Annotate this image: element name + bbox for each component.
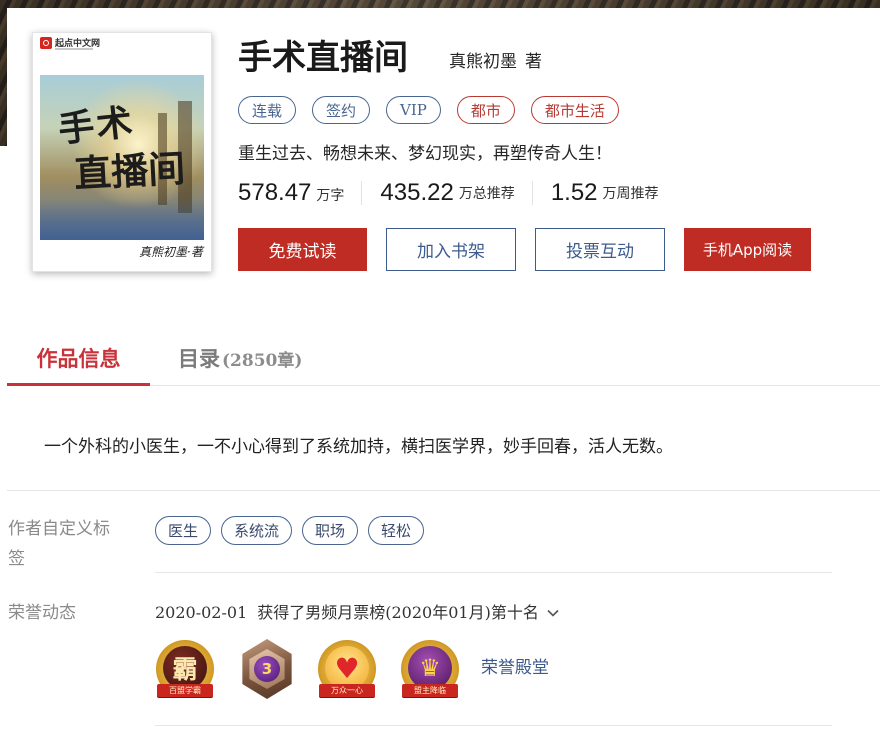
level-badge-icon[interactable]: 3 [236,638,298,700]
total-recommend-value: 435.22 [380,179,454,206]
book-cover: 起点中文网 手术 直播间 真熊初墨·著 [32,32,212,272]
custom-tag-item[interactable]: 系统流 [221,516,293,545]
badge-ribbon: 盟主降临 [402,684,458,697]
mobile-app-read-button[interactable]: 手机App阅读 [684,228,811,271]
badge-ribbon: 万众一心 [319,684,375,697]
badge-level-number: 3 [254,656,280,682]
add-to-shelf-button[interactable]: 加入书架 [386,228,516,271]
tag-subcategory-urban-life[interactable]: 都市生活 [530,96,619,124]
tab-catalog-label: 目录 [178,347,220,371]
crown-badge-icon[interactable]: ♛ 盟主降临 [399,638,461,700]
vote-button[interactable]: 投票互动 [535,228,665,271]
honor-hall-link[interactable]: 荣誉殿堂 [481,655,549,681]
custom-tag-item[interactable]: 医生 [155,516,212,545]
qidian-logo-icon [40,37,52,49]
latest-honor[interactable]: 2020-02-01 获得了男频月票榜(2020年01月)第十名 [155,598,559,628]
weekly-recommend-unit: 万周推荐 [602,186,659,202]
book-tags: 连载 签约 VIP 都市 都市生活 [238,96,619,124]
section-divider [155,572,832,573]
author-suffix: 著 [525,52,542,72]
latest-honor-date: 2020-02-01 [155,603,248,622]
section-divider [155,725,832,726]
book-description: 一个外科的小医生，一不小心得到了系统加持，横扫医学界，妙手回春，活人无数。 [44,437,673,457]
author-line: 真熊初墨著 [449,50,542,74]
tab-catalog[interactable]: 目录 (2850章) [178,336,302,384]
book-stats: 578.47 万字 435.22 万总推荐 1.52 万周推荐 [238,178,659,208]
custom-tags-list: 医生 系统流 职场 轻松 [155,516,425,545]
chapter-count: (2850章) [222,351,303,371]
custom-tag-item[interactable]: 轻松 [368,516,425,545]
cover-logo-subline [55,48,93,50]
book-intro: 重生过去、畅想未来、梦幻现实，再塑传奇人生！ [238,144,612,164]
custom-tag-item[interactable]: 职场 [302,516,359,545]
honors-label: 荣誉动态 [8,603,76,623]
cover-calligraphy-line2: 直播间 [73,146,187,196]
total-recommend-unit: 万总推荐 [458,186,515,202]
word-count-unit: 万字 [316,188,345,204]
badge-ribbon: 百盟学霸 [157,684,213,697]
tag-category-urban[interactable]: 都市 [456,96,515,124]
tab-book-info[interactable]: 作品信息 [7,336,150,384]
tag-serializing[interactable]: 连载 [238,96,297,124]
word-count-stat: 578.47 万字 [238,179,344,207]
section-divider [7,490,880,491]
total-recommend-stat: 435.22 万总推荐 [361,179,515,206]
latest-honor-text: 获得了男频月票榜(2020年01月)第十名 [257,603,539,622]
chevron-down-icon[interactable] [547,609,559,617]
weekly-recommend-stat: 1.52 万周推荐 [531,179,659,206]
weekly-recommend-value: 1.52 [550,179,598,206]
word-count-value: 578.47 [238,179,312,206]
cover-artwork: 手术 直播间 [40,75,204,240]
author-name-link[interactable]: 真熊初墨 [449,52,517,72]
custom-tags-label: 作者自定义标签 [8,519,110,569]
book-title: 手术直播间 [238,38,408,78]
tag-vip[interactable]: VIP [386,96,441,124]
active-tab-indicator [7,383,150,386]
xueba-badge-icon[interactable]: 霸 百盟学霸 [154,638,216,700]
heart-badge-icon[interactable]: ♥ 万众一心 [316,638,378,700]
free-read-button[interactable]: 免费试读 [238,228,367,271]
cover-signature: 真熊初墨·著 [139,245,203,259]
tag-signed[interactable]: 签约 [312,96,371,124]
cover-art-floor [40,200,204,240]
